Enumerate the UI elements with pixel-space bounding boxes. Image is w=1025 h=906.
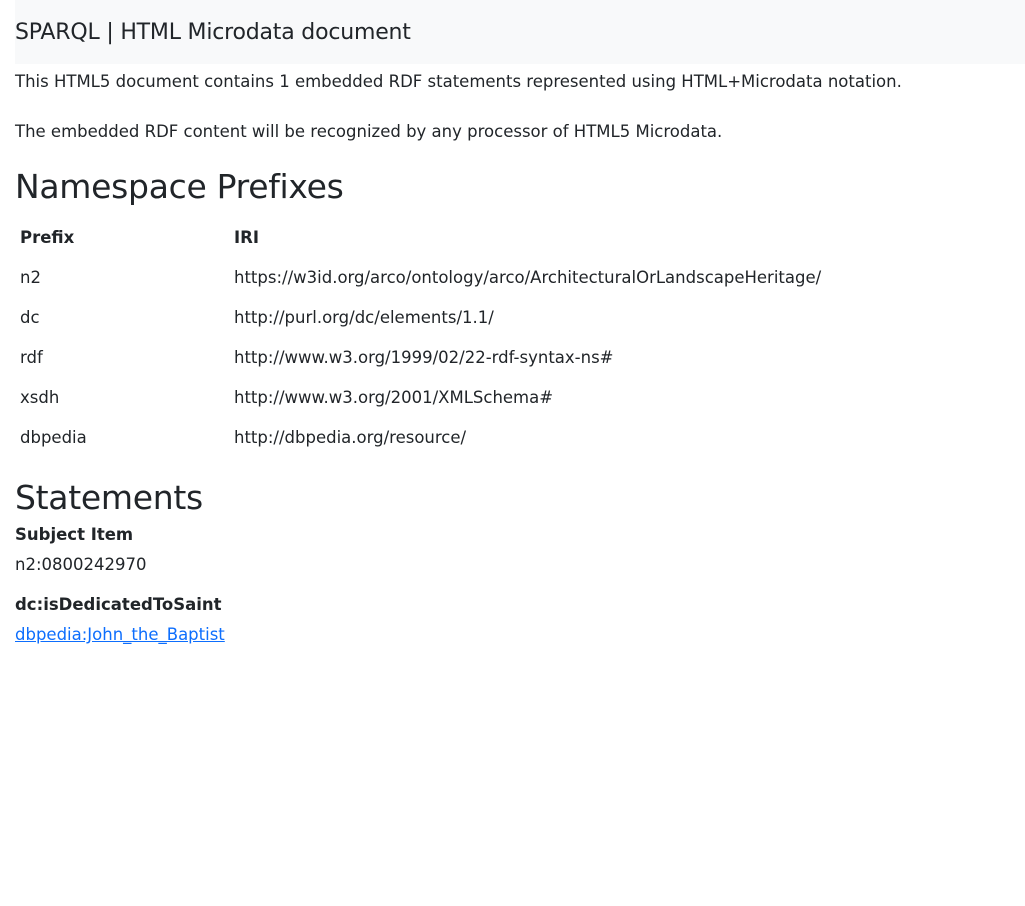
header-bar: SPARQL | HTML Microdata document [15,0,1025,64]
object-link[interactable]: dbpedia:John_the_Baptist [15,625,225,644]
prefix-cell: xsdh [20,387,60,407]
document-page: SPARQL | HTML Microdata document This HT… [15,0,1025,647]
iri-cell: https://w3id.org/arco/ontology/arco/Arch… [234,267,822,287]
iri-cell: http://www.w3.org/2001/XMLSchema# [234,387,554,407]
object-value: dbpedia:John_the_Baptist [15,623,1025,647]
intro-processor-note: The embedded RDF content will be recogni… [15,122,723,141]
iri-cell: http://www.w3.org/1999/02/22-rdf-syntax-… [234,347,614,367]
intro-statement-count: This HTML5 document contains 1 embedded … [15,72,902,91]
table-row: n2 https://w3id.org/arco/ontology/arco/A… [15,257,826,297]
table-row: dc http://purl.org/dc/elements/1.1/ [15,297,826,337]
subject-item-label: Subject Item [15,525,134,544]
namespace-table: Prefix IRI n2 https://w3id.org/arco/onto… [15,217,826,457]
table-row: dbpedia http://dbpedia.org/resource/ [15,417,826,457]
page-title: SPARQL | HTML Microdata document [15,19,411,45]
namespace-table-header: Prefix IRI [15,217,826,257]
prefix-cell: n2 [20,267,41,287]
iri-cell: http://purl.org/dc/elements/1.1/ [234,307,494,327]
namespace-prefixes-heading: Namespace Prefixes [15,167,344,206]
prefix-cell: dc [20,307,40,327]
column-header-iri: IRI [234,227,259,247]
iri-cell: http://dbpedia.org/resource/ [234,427,467,447]
column-header-prefix: Prefix [20,227,75,247]
predicate-label: dc:isDedicatedToSaint [15,595,222,614]
table-row: rdf http://www.w3.org/1999/02/22-rdf-syn… [15,337,826,377]
prefix-cell: rdf [20,347,43,367]
statements-heading: Statements [15,478,203,517]
table-row: xsdh http://www.w3.org/2001/XMLSchema# [15,377,826,417]
subject-item-value: n2:0800242970 [15,555,147,574]
prefix-cell: dbpedia [20,427,87,447]
